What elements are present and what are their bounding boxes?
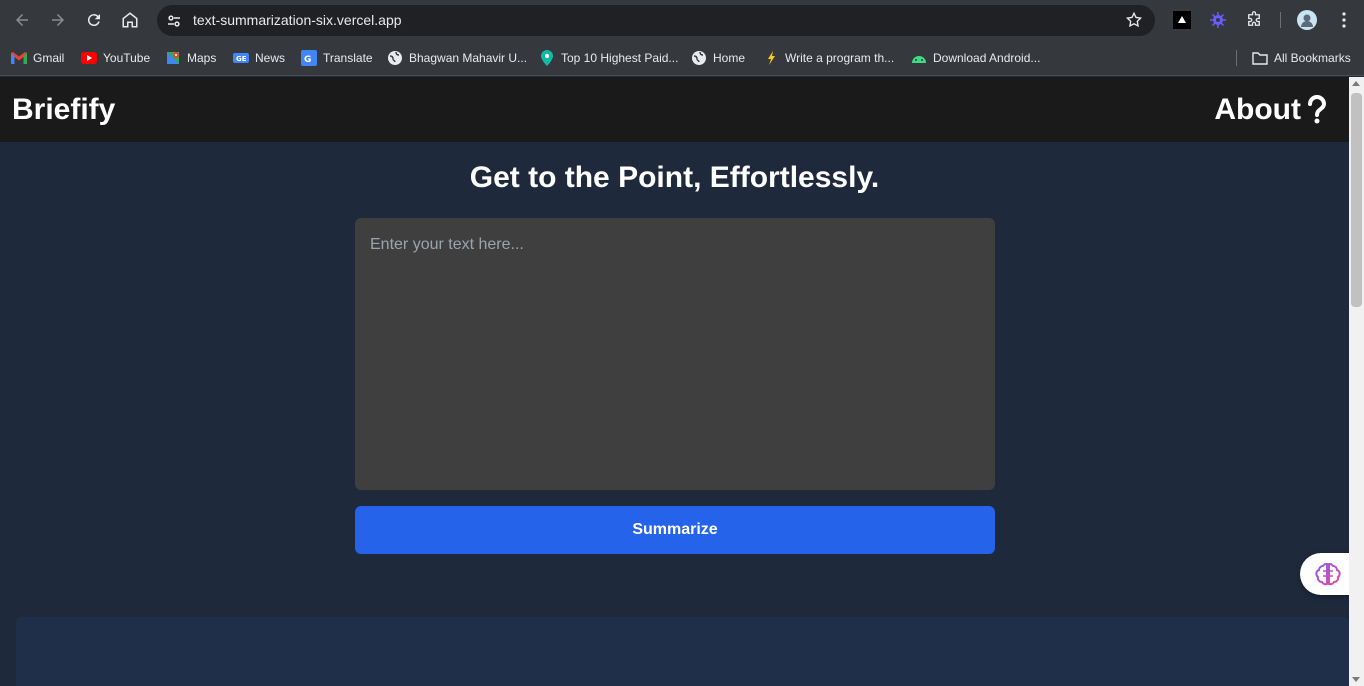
arrow-right-icon xyxy=(52,14,64,26)
youtube-icon xyxy=(81,50,97,66)
bookmark-translate[interactable]: G Translate xyxy=(301,49,373,67)
summary-output-panel xyxy=(16,617,1349,686)
scrollbar-thumb[interactable] xyxy=(1351,93,1362,307)
bookmark-label: Download Android... xyxy=(933,51,1041,65)
toolbar-separator xyxy=(1280,12,1281,28)
bookmark-label: News xyxy=(255,51,286,65)
bookmark-label: YouTube xyxy=(103,51,151,65)
bookmark-home[interactable]: Home xyxy=(691,49,745,67)
bookmark-bhagwan-mahavir[interactable]: Bhagwan Mahavir U... xyxy=(387,49,527,67)
bookmark-top-10[interactable]: Top 10 Highest Paid... xyxy=(539,49,678,67)
profile-button[interactable] xyxy=(1297,10,1317,30)
folder-icon xyxy=(1252,50,1268,66)
page-content: Briefify About Get to the Point, Effortl… xyxy=(0,77,1349,686)
home-icon xyxy=(122,12,138,28)
extension-vercel[interactable] xyxy=(1172,10,1192,30)
pen-icon xyxy=(763,50,779,66)
reload-button[interactable] xyxy=(80,6,108,34)
svg-text:GE: GE xyxy=(236,55,247,63)
site-settings-icon[interactable] xyxy=(165,12,183,30)
more-vertical-icon xyxy=(1342,12,1346,28)
bookmark-label: Write a program th... xyxy=(785,51,895,65)
question-icon xyxy=(1308,95,1327,124)
browser-toolbar: text-summarization-six.vercel.app xyxy=(0,0,1364,40)
bookmark-label: Translate xyxy=(323,51,373,65)
globe-icon xyxy=(387,50,403,66)
bookmark-youtube[interactable]: YouTube xyxy=(81,49,150,67)
forward-button[interactable] xyxy=(44,6,72,34)
android-icon xyxy=(911,50,927,66)
maps-icon xyxy=(165,50,181,66)
bookmark-write-program[interactable]: Write a program th... xyxy=(763,49,894,67)
translate-icon: G xyxy=(301,50,317,66)
about-link[interactable]: About xyxy=(1214,93,1327,127)
floating-assistant-button[interactable] xyxy=(1300,553,1356,595)
svg-text:G: G xyxy=(304,55,311,65)
menu-button[interactable] xyxy=(1334,10,1354,30)
home-button[interactable] xyxy=(116,6,144,34)
puzzle-icon xyxy=(1248,11,1260,26)
extension-gear[interactable] xyxy=(1208,10,1228,30)
all-bookmarks[interactable]: All Bookmarks xyxy=(1252,49,1351,67)
about-label: About xyxy=(1214,93,1301,126)
bookmark-maps[interactable]: Maps xyxy=(165,49,216,67)
bookmarks-separator xyxy=(1236,50,1237,66)
bookmark-label: Bhagwan Mahavir U... xyxy=(409,51,528,65)
summarize-button[interactable]: Summarize xyxy=(355,506,995,554)
back-button[interactable] xyxy=(8,6,36,34)
bookmark-gmail[interactable]: Gmail xyxy=(11,49,64,67)
avatar-icon xyxy=(1297,10,1317,30)
location-pin-icon xyxy=(539,50,555,66)
bookmark-download-android[interactable]: Download Android... xyxy=(911,49,1040,67)
bookmark-label: Home xyxy=(713,51,746,65)
text-input[interactable] xyxy=(355,218,995,490)
bookmark-star-icon[interactable] xyxy=(1125,11,1143,29)
vercel-icon xyxy=(1173,11,1191,29)
scroll-up-arrow[interactable] xyxy=(1352,81,1360,86)
bookmarks-bar: Gmail YouTube Maps GE News G Translate B… xyxy=(0,40,1364,76)
bookmark-news[interactable]: GE News xyxy=(233,49,285,67)
address-bar[interactable]: text-summarization-six.vercel.app xyxy=(157,5,1155,36)
all-bookmarks-label: All Bookmarks xyxy=(1274,51,1351,65)
bookmark-label: Gmail xyxy=(33,51,65,65)
sparkle-extension-icon xyxy=(1210,12,1226,28)
bookmark-label: Maps xyxy=(187,51,217,65)
extensions-button[interactable] xyxy=(1244,10,1264,30)
gmail-icon xyxy=(11,50,27,66)
page-title: Get to the Point, Effortlessly. xyxy=(469,161,880,194)
bookmark-label: Top 10 Highest Paid... xyxy=(561,51,679,65)
arrow-left-icon xyxy=(16,14,28,26)
brand-logo[interactable]: Briefify xyxy=(12,93,115,127)
app-header: Briefify About xyxy=(0,77,1349,142)
globe-icon xyxy=(691,50,707,66)
reload-icon xyxy=(87,14,100,27)
brain-icon xyxy=(1315,562,1341,586)
page-scrollbar[interactable] xyxy=(1349,77,1364,686)
news-icon: GE xyxy=(233,50,249,66)
scroll-down-arrow[interactable] xyxy=(1352,677,1360,682)
url-text[interactable]: text-summarization-six.vercel.app xyxy=(193,12,402,28)
